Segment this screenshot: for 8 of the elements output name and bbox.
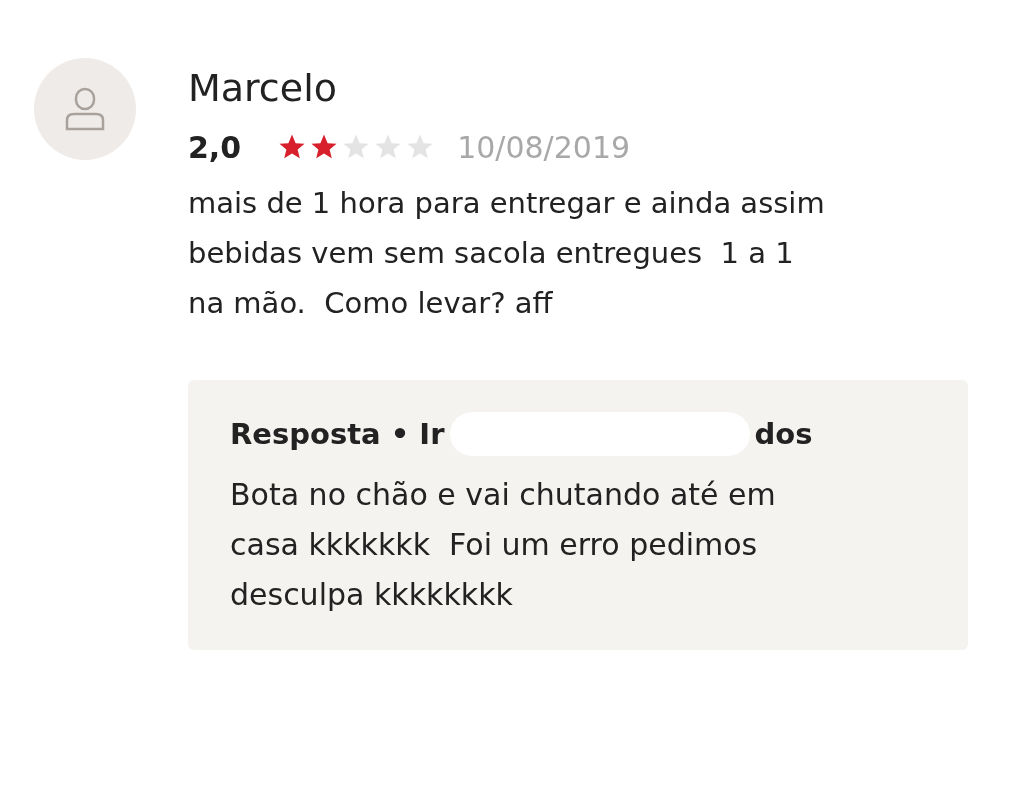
rating-value: 2,0: [188, 129, 242, 165]
review-text: mais de 1 hora para entregar e ainda assim bebidas vem sem sacola entregues 1 a 1 na mão. Como levar? aff: [188, 185, 826, 322]
review-date: 10/08/2019: [457, 129, 631, 165]
reply-title: dos: [754, 416, 813, 453]
reply-title: Resposta • Ir: [230, 416, 445, 453]
person-icon: [65, 87, 105, 131]
reply-text: Bota no chão e vai chutando até em casa kkkkkkk Foi um erro pedimos desculpa kkkkkkkk: [230, 476, 777, 614]
author-name: Marcelo: [188, 65, 338, 112]
